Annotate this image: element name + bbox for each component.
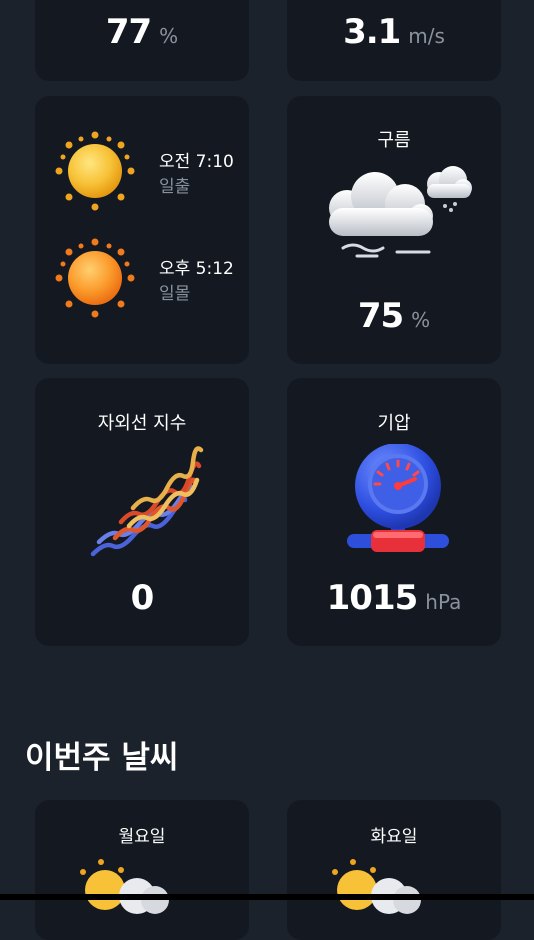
sunrise-label: 일출 — [159, 177, 191, 197]
day-label: 화요일 — [370, 827, 418, 847]
sunrise-icon — [55, 131, 135, 211]
clouds-value: 75 — [357, 296, 404, 336]
wind-card: 3.1 m/s — [287, 0, 501, 81]
day-card-tuesday[interactable]: 화요일 — [287, 800, 501, 940]
partly-cloudy-icon — [80, 859, 169, 914]
humidity-value: 77 — [105, 12, 152, 52]
sunset-row: 오후 5:12 일몰 — [55, 238, 250, 328]
sunrise-time: 오전 7:10 — [159, 152, 234, 172]
humidity-unit: % — [159, 24, 179, 48]
humidity-value-row: 77% — [35, 12, 249, 52]
pressure-card: 기압 1015 hPa — [287, 378, 501, 646]
wind-value: 3.1 — [343, 12, 401, 52]
wind-value-row: 3.1 m/s — [287, 12, 501, 52]
uv-value-row: 0 — [35, 578, 249, 618]
sunset-label: 일몰 — [159, 284, 191, 304]
uv-waves-icon — [90, 446, 204, 557]
clouds-card: 구름 75 % — [287, 96, 501, 364]
clouds-value-row: 75% — [287, 296, 501, 336]
pressure-title: 기압 — [377, 413, 411, 434]
partly-cloudy-icon — [332, 859, 421, 914]
clouds-title: 구름 — [377, 130, 411, 151]
pressure-gauge-icon — [347, 444, 449, 552]
pressure-value: 1015 — [326, 578, 419, 618]
sunset-icon — [55, 238, 135, 318]
humidity-card: 77% — [35, 0, 249, 81]
sunrise-row: 오전 7:10 일출 — [55, 131, 250, 221]
day-label: 월요일 — [118, 827, 166, 847]
wind-unit: m/s — [408, 24, 445, 48]
uv-card: 자외선 지수 0 — [35, 378, 249, 646]
sun-card: 오전 7:10 일출 오후 5:12 일몰 — [35, 96, 249, 364]
weekly-title: 이번주 날씨 — [25, 740, 179, 776]
uv-title: 자외선 지수 — [97, 413, 187, 434]
sunset-time: 오후 5:12 — [159, 259, 234, 279]
pressure-value-row: 1015 hPa — [287, 578, 501, 618]
day-card-monday[interactable]: 월요일 — [35, 800, 249, 940]
cloud-icon — [329, 166, 472, 258]
system-nav-bar — [0, 894, 534, 900]
uv-value: 0 — [130, 578, 155, 618]
clouds-unit: % — [411, 308, 431, 332]
pressure-unit: hPa — [425, 590, 462, 614]
